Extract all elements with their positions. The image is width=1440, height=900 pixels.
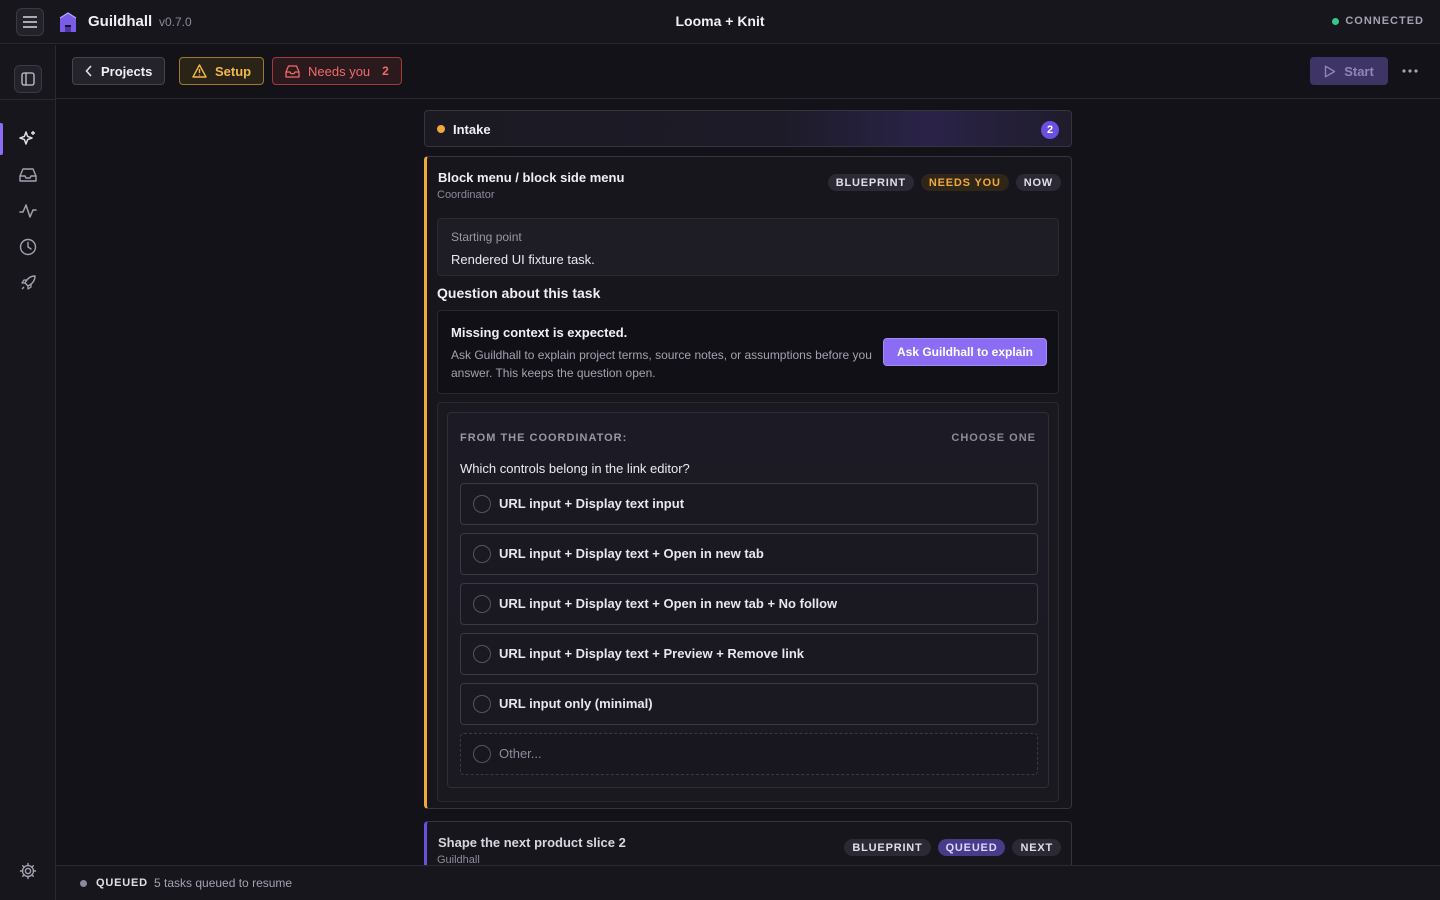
inbox-icon [285,64,300,78]
starting-point-text: Rendered UI fixture task. [451,252,595,267]
starting-point-box: Starting point Rendered UI fixture task. [437,218,1059,276]
badge-next: NEXT [1012,839,1061,856]
radio-button[interactable] [473,745,491,763]
radio-button[interactable] [473,645,491,663]
radio-button[interactable] [473,695,491,713]
answer-option[interactable]: URL input only (minimal) [460,683,1038,725]
task-card: Block menu / block side menu Coordinator… [424,156,1072,809]
radio-button[interactable] [473,545,491,563]
panel-left-icon [21,72,35,86]
task-owner: Coordinator [437,189,495,201]
active-indicator [0,123,3,155]
question-form: FROM THE COORDINATOR: CHOOSE ONE Which c… [447,412,1049,788]
question-text: Which controls belong in the link editor… [460,461,690,476]
context-title: Missing context is expected. [451,325,628,340]
intake-section-header[interactable]: Intake 2 [424,110,1072,147]
title-bar: Guildhall v0.7.0 Looma + Knit CONNECTED [0,0,1440,44]
answer-option-label: Other... [499,746,542,761]
question-heading: Question about this task [437,285,601,301]
sidebar-item-settings[interactable] [16,859,40,883]
projects-label: Projects [101,63,153,79]
setup-button[interactable]: Setup [179,57,265,85]
answer-option-label: URL input + Display text + Preview + Rem… [499,646,805,661]
answer-option[interactable]: URL input + Display text + Open in new t… [460,533,1038,575]
gear-icon [19,862,37,880]
setup-label: Setup [215,63,252,79]
answer-option[interactable]: URL input + Display text + Open in new t… [460,583,1038,625]
question-panel: FROM THE COORDINATOR: CHOOSE ONE Which c… [437,402,1059,802]
back-to-projects-button[interactable]: Projects [72,57,166,85]
rocket-icon [21,275,36,290]
status-dot-icon [1332,17,1340,25]
menu-icon [23,16,37,28]
ask-guildhall-button[interactable]: Ask Guildhall to explain [883,338,1047,366]
answer-option-label: URL input + Display text + Open in new t… [499,546,764,561]
task-badges: BLUEPRINT QUEUED NEXT [844,839,1061,856]
answer-option-other[interactable]: Other... [460,733,1038,775]
context-body: Ask Guildhall to explain project terms, … [451,348,872,380]
badge-blueprint: BLUEPRINT [827,174,914,191]
sidebar-item-history[interactable] [16,235,40,259]
app-name: Guildhall [88,13,153,30]
task-badges: BLUEPRINT NEEDS YOU NOW [827,174,1061,191]
task-title: Block menu / block side menu [438,170,625,185]
start-label: Start [1344,63,1374,79]
task-title: Shape the next product slice 2 [438,835,626,850]
warning-icon [192,64,207,78]
question-mode-label: CHOOSE ONE [951,432,1036,444]
queue-status-text: 5 tasks queued to resume [154,876,293,890]
play-icon [1324,65,1336,77]
intake-status-dot [437,125,445,133]
sidebar-item-activity[interactable] [16,199,40,223]
badge-blueprint: BLUEPRINT [844,839,931,856]
clock-icon [19,238,37,256]
guildhall-logo [59,12,77,32]
needs-you-button[interactable]: Needs you 2 [272,57,402,85]
badge-queued: QUEUED [937,839,1006,856]
sidebar-toggle-button[interactable] [14,65,42,93]
start-button[interactable]: Start [1310,57,1388,85]
sidebar [0,45,56,900]
queue-status-dot [80,880,87,887]
toolbar: Projects Setup Needs you 2 Start [56,45,1440,99]
sidebar-item-inbox[interactable] [16,163,40,187]
app-version: v0.7.0 [159,15,192,29]
answer-option[interactable]: URL input + Display text + Preview + Rem… [460,633,1038,675]
answer-option[interactable]: URL input + Display text input [460,483,1038,525]
more-options-button[interactable] [1396,57,1424,85]
sparkle-icon [19,131,35,145]
more-horizontal-icon [1402,69,1418,73]
starting-point-label: Starting point [451,230,522,244]
activity-icon [19,204,37,218]
answer-option-label: URL input only (minimal) [499,696,653,711]
intake-label: Intake [453,122,491,137]
window-title: Looma + Knit [675,13,765,29]
radio-button[interactable] [473,595,491,613]
needs-you-count: 2 [382,64,389,78]
queue-status-label: QUEUED [96,877,148,889]
badge-needs-you: NEEDS YOU [920,174,1009,191]
sidebar-item-deploy[interactable] [16,271,40,295]
connection-status: CONNECTED [1332,15,1424,27]
needs-you-label: Needs you [308,63,371,79]
connection-label: CONNECTED [1345,15,1424,27]
intake-count-badge: 2 [1041,121,1059,139]
chevron-left-icon [85,65,92,77]
answer-option-label: URL input + Display text + Open in new t… [499,596,838,611]
inbox-icon [19,168,37,182]
question-source-label: FROM THE COORDINATOR: [460,432,628,444]
badge-now: NOW [1015,174,1061,191]
hamburger-menu-button[interactable] [16,8,44,36]
answer-option-label: URL input + Display text input [499,496,685,511]
status-bar: QUEUED 5 tasks queued to resume [56,865,1440,900]
sidebar-divider [0,99,56,100]
missing-context-box: Missing context is expected. Ask Guildha… [437,310,1059,394]
sidebar-item-sparkle[interactable] [16,127,40,151]
radio-button[interactable] [473,495,491,513]
